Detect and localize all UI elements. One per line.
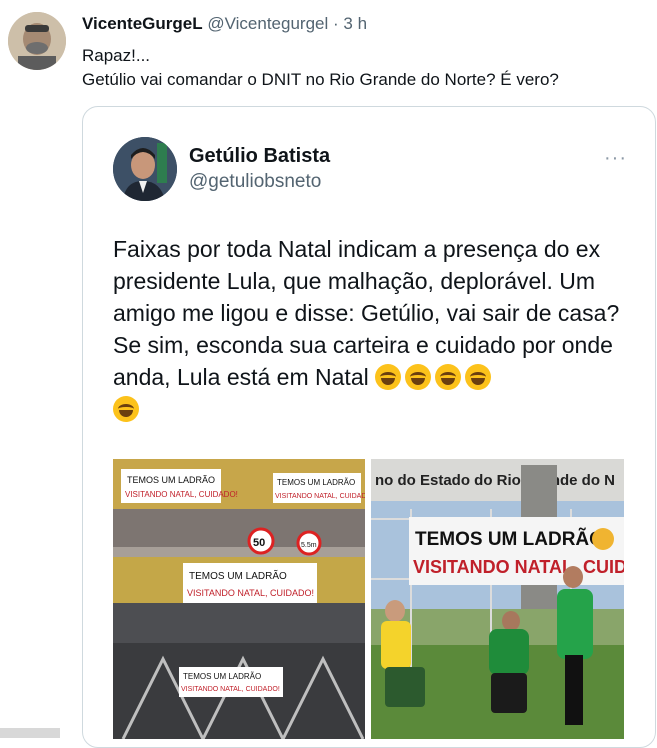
- banner-left-1-line2: VISITANDO NATAL, CUIDADO!: [125, 490, 238, 499]
- bottom-scrollbar: [0, 728, 60, 738]
- banner-left-2-line2: VISITANDO NATAL, CUIDADO!: [275, 493, 365, 500]
- tweet-text: Rapaz!... Getúlio vai comandar o DNIT no…: [82, 44, 559, 92]
- laughing-emoji-icon: [375, 364, 402, 390]
- separator-dot: ·: [333, 14, 339, 33]
- building-sign-text: no do Estado do Rio Grande do N: [375, 472, 615, 489]
- quoted-author-handle[interactable]: @getuliobsneto: [189, 171, 321, 193]
- banner-right-line2: VISITANDO NATAL, CUIDAD: [413, 557, 624, 577]
- banner-left-4-line1: TEMOS UM LADRÃO: [183, 672, 261, 681]
- more-options-icon[interactable]: ···: [604, 147, 627, 170]
- height-sign: 5.5m: [301, 542, 317, 549]
- banner-left-2-line1: TEMOS UM LADRÃO: [277, 478, 355, 487]
- laughing-emoji-icon: [405, 364, 432, 390]
- tweet-header: VicenteGurgeL @Vicentegurgel · 3 h: [82, 14, 367, 34]
- tweet-line-1: Rapaz!...: [82, 46, 151, 65]
- banner-left-3-line1: TEMOS UM LADRÃO: [189, 569, 287, 582]
- laughing-emoji-icon: [113, 396, 139, 422]
- quoted-tweet-text: Faixas por toda Natal indicam a presença…: [113, 233, 623, 425]
- author-handle[interactable]: @Vicentegurgel: [207, 14, 328, 33]
- author-avatar[interactable]: [8, 12, 66, 70]
- laughing-emoji-icon: [465, 364, 492, 390]
- quoted-tweet-card[interactable]: Getúlio Batista @getuliobsneto ··· Faixa…: [82, 106, 656, 748]
- quoted-text-body: Faixas por toda Natal indicam a presença…: [113, 236, 620, 390]
- tweet-line-2: Getúlio vai comandar o DNIT no Rio Grand…: [82, 70, 559, 89]
- media-image-left[interactable]: TEMOS UM LADRÃO VISITANDO NATAL, CUIDADO…: [113, 459, 365, 739]
- banner-left-3-line2: VISITANDO NATAL, CUIDADO!: [187, 588, 314, 598]
- media-image-right[interactable]: no do Estado do Rio Grande do N TEMOS UM…: [371, 459, 624, 739]
- banner-left-1-line1: TEMOS UM LADRÃO: [127, 475, 215, 485]
- banner-right-line1: TEMOS UM LADRÃO: [415, 528, 604, 550]
- quoted-author-name[interactable]: Getúlio Batista: [189, 145, 330, 168]
- quoted-author-avatar[interactable]: [113, 137, 177, 201]
- laughing-emoji-icon: [435, 364, 462, 390]
- author-name[interactable]: VicenteGurgeL: [82, 14, 203, 33]
- speed-sign: 50: [253, 537, 265, 549]
- banner-left-4-line2: VISITANDO NATAL, CUIDADO!: [181, 686, 280, 693]
- tweet-time[interactable]: 3 h: [343, 14, 367, 33]
